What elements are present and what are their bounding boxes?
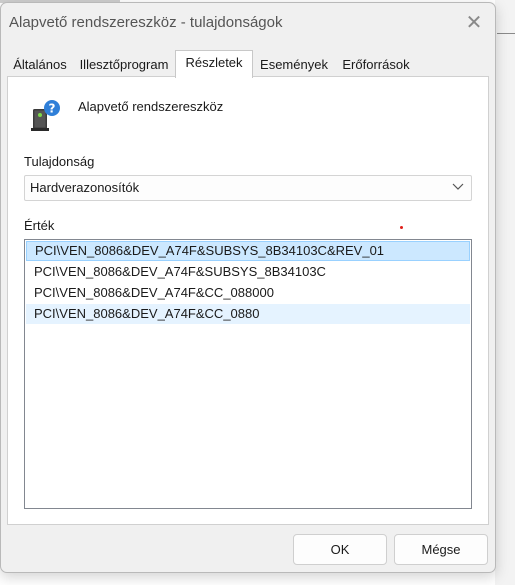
tab-general[interactable]: Általános (7, 53, 73, 76)
value-label: Érték (24, 218, 55, 233)
tab-label: Erőforrások (342, 57, 410, 72)
cancel-button[interactable]: Mégse (394, 534, 488, 565)
svg-text:?: ? (49, 102, 56, 116)
tab-label: Részletek (185, 55, 243, 70)
list-item-text: PCI\VEN_8086&DEV_A74F&CC_0880 (34, 306, 260, 321)
list-item-text: PCI\VEN_8086&DEV_A74F&SUBSYS_8B34103C (34, 264, 326, 279)
tab-label: Illesztőprogram (79, 57, 169, 72)
title-bar[interactable]: Alapvető rendszereszköz - tulajdonságok … (1, 3, 495, 43)
chevron-down-icon (452, 183, 464, 190)
tab-driver[interactable]: Illesztőprogram (73, 53, 175, 76)
list-item-text: PCI\VEN_8086&DEV_A74F&SUBSYS_8B34103C&RE… (35, 243, 385, 258)
list-item[interactable]: PCI\VEN_8086&DEV_A74F&CC_0880 (26, 304, 470, 324)
properties-dialog: Alapvető rendszereszköz - tulajdonságok … (0, 2, 496, 573)
tab-label: Események (260, 57, 328, 72)
tab-events[interactable]: Események (254, 53, 334, 76)
property-selected-value: Hardverazonosítók (30, 180, 140, 195)
background-divider (497, 33, 515, 34)
property-label: Tulajdonság (24, 154, 95, 169)
background-window (495, 0, 515, 585)
list-item[interactable]: PCI\VEN_8086&DEV_A74F&CC_088000 (26, 283, 470, 303)
tab-details[interactable]: Részletek (175, 50, 253, 78)
ok-button[interactable]: OK (293, 534, 387, 565)
close-button[interactable]: ✕ (461, 10, 487, 36)
value-list[interactable]: PCI\VEN_8086&DEV_A74F&SUBSYS_8B34103C&RE… (24, 239, 472, 509)
list-item[interactable]: PCI\VEN_8086&DEV_A74F&SUBSYS_8B34103C (26, 262, 470, 282)
tab-label: Általános (13, 57, 67, 72)
device-name: Alapvető rendszereszköz (78, 99, 224, 114)
marker-dot (400, 226, 403, 229)
tab-resources[interactable]: Erőforrások (335, 53, 417, 76)
property-dropdown[interactable]: Hardverazonosítók (24, 175, 472, 201)
window-title: Alapvető rendszereszköz - tulajdonságok (9, 14, 283, 31)
list-item-text: PCI\VEN_8086&DEV_A74F&CC_088000 (34, 285, 274, 300)
list-item[interactable]: PCI\VEN_8086&DEV_A74F&SUBSYS_8B34103C&RE… (26, 241, 470, 261)
details-panel: ? Alapvető rendszereszköz Tulajdonság Ha… (7, 76, 489, 525)
device-question-icon: ? (31, 100, 60, 131)
